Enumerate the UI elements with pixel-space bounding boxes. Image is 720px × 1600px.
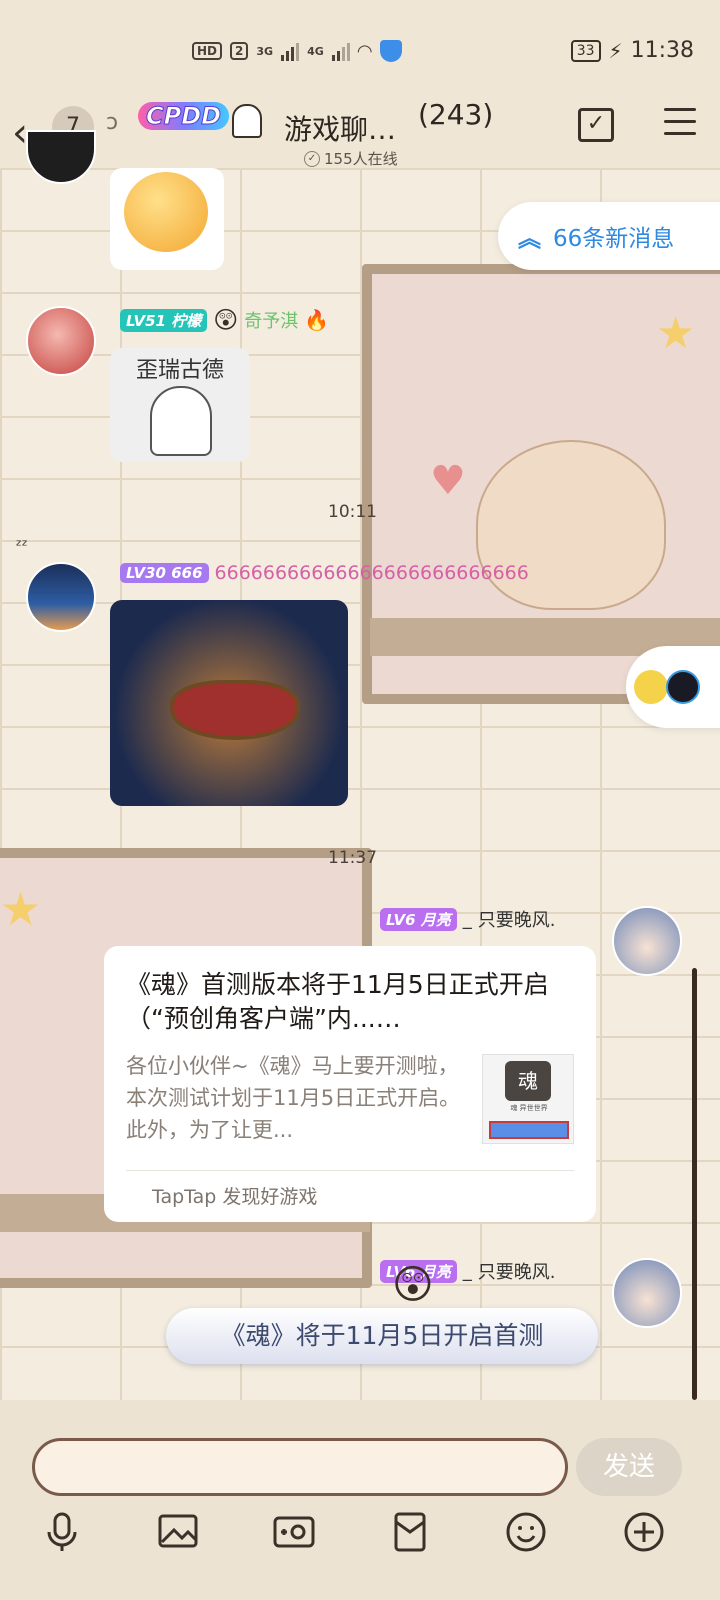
- network-indicators: HD 2 3G 4G ◠: [192, 40, 402, 62]
- sender-name: 柠檬: [171, 311, 202, 330]
- signal-icon: [281, 41, 300, 61]
- link-card[interactable]: 《魂》首测版本将于11月5日正式开启（“预创角客户端”内...… 各位小伙伴~《…: [104, 946, 596, 1222]
- image-message[interactable]: [110, 600, 348, 806]
- sender-name: 666: [171, 564, 203, 582]
- thumb-button: [489, 1121, 569, 1139]
- card-title: 《魂》首测版本将于11月5日正式开启（“预创角客户端”内...…: [126, 970, 549, 1033]
- message-bubble[interactable]: 《魂》将于11月5日开启首测: [166, 1308, 598, 1364]
- net-4g-label: 4G: [307, 44, 324, 58]
- chat-background: ♥ ★ ★: [0, 168, 720, 1430]
- star-decoration-2: ★: [0, 882, 42, 936]
- name-separator: _: [462, 908, 472, 930]
- heart-decoration: ♥: [430, 458, 466, 504]
- sleep-icon: ᶻᶻ: [16, 536, 28, 555]
- sender-tag: 奇予淇: [244, 311, 299, 332]
- level-text: LV51: [126, 311, 166, 330]
- meme-face-sticker: [150, 386, 212, 456]
- card-description: 各位小伙伴~《魂》马上要开测啦，本次测试计划于11月5日正式开启。此外，为了让更…: [126, 1054, 461, 1142]
- avatar: [634, 670, 668, 704]
- sender-nickname: 只要晚风.: [477, 910, 556, 931]
- image-icon[interactable]: [156, 1510, 200, 1554]
- camera-icon[interactable]: [272, 1510, 316, 1554]
- level-text: LV6: [386, 910, 416, 929]
- avatar[interactable]: [612, 906, 682, 976]
- level-badge: LV51 柠檬: [120, 308, 208, 332]
- sim-slot-badge: 2: [230, 42, 249, 60]
- sticker-message[interactable]: [110, 168, 224, 270]
- microphone-icon[interactable]: [40, 1510, 84, 1554]
- scrollbar[interactable]: [692, 968, 697, 1400]
- card-thumbnail: 魂 魂 异世世界: [482, 1054, 574, 1144]
- timestamp: 10:11: [328, 502, 377, 522]
- card-divider: [126, 1170, 574, 1171]
- thumb-caption: 魂 异世世界: [510, 1104, 548, 1112]
- send-button[interactable]: 发送: [576, 1438, 682, 1496]
- sender-name: 月亮: [420, 910, 451, 929]
- game-logo: 魂: [505, 1061, 551, 1101]
- fire-icon: 🔥: [304, 308, 330, 332]
- bear-mouth-image: [170, 680, 300, 740]
- sender-line: LV30 666 66666666666666666666666666: [120, 562, 529, 584]
- avatar: [666, 670, 700, 704]
- member-count[interactable]: (243): [418, 98, 493, 131]
- earpiece-icon: ↄ: [106, 110, 119, 135]
- ghost-icon: [232, 104, 262, 138]
- name-separator: _: [462, 1260, 472, 1282]
- star-decoration: ★: [656, 308, 696, 359]
- emoji-face-sticker: [124, 172, 208, 252]
- avatar[interactable]: [612, 1258, 682, 1328]
- new-messages-label: 66条新消息: [553, 226, 675, 252]
- surprised-emoji-icon: 😲: [392, 1262, 434, 1308]
- chat-header: ‹ 7 ↄ CPDD 游戏聊… (243) ✓ 155人在线 ✓: [0, 98, 720, 170]
- signal-icon-2: [331, 41, 350, 61]
- red-packet-icon[interactable]: [388, 1510, 432, 1554]
- input-toolbar: [0, 1510, 720, 1574]
- calendar-check-icon[interactable]: ✓: [578, 108, 614, 142]
- message-input[interactable]: [32, 1438, 568, 1496]
- emoji-icon[interactable]: [504, 1510, 548, 1554]
- bear-illustration: [476, 440, 666, 610]
- sender-title: 66666666666666666666666666: [214, 562, 529, 584]
- level-text: LV30: [126, 564, 166, 582]
- new-messages-button[interactable]: ︽ 66条新消息: [498, 202, 720, 270]
- chat-title[interactable]: 游戏聊…: [284, 108, 396, 148]
- group-logo: CPDD: [138, 102, 230, 131]
- input-bar: 发送: [0, 1400, 720, 1600]
- active-users-bubble[interactable]: [626, 646, 720, 728]
- double-chevron-up-icon: ︽: [518, 226, 541, 252]
- sender-line: LV6 月亮 _ 只要晚风.: [380, 906, 556, 932]
- timestamp: 11:37: [328, 848, 377, 868]
- online-check-icon: ✓: [304, 150, 320, 167]
- charging-icon: ⚡: [608, 38, 623, 63]
- battery-icon: 33: [570, 39, 601, 62]
- sender-line: LV51 柠檬 😲 奇予淇 🔥: [120, 306, 329, 334]
- hd-badge: HD: [192, 42, 223, 60]
- level-badge: LV30 666: [120, 563, 209, 583]
- shield-icon: [379, 40, 402, 62]
- net-3g-label: 3G: [256, 44, 274, 58]
- sender-nickname: 只要晚风.: [477, 1262, 556, 1283]
- sticker-message[interactable]: 歪瑞古德: [110, 348, 250, 462]
- online-count: ✓ 155人在线: [304, 148, 398, 169]
- plus-icon[interactable]: [622, 1510, 666, 1554]
- level-badge: LV6 月亮: [380, 907, 457, 931]
- status-bar: HD 2 3G 4G ◠ 33 ⚡ 11:38: [0, 0, 720, 100]
- avatar[interactable]: [26, 562, 96, 632]
- avatar[interactable]: [26, 306, 96, 376]
- menu-icon[interactable]: [664, 108, 696, 144]
- clock: 11:38: [630, 38, 694, 63]
- wifi-icon: ◠: [357, 40, 372, 62]
- online-label: 155人在线: [324, 150, 398, 168]
- card-source: TapTap 发现好游戏: [152, 1186, 318, 1208]
- surprised-emoji-icon: 😲: [213, 306, 239, 334]
- sticker-caption: 歪瑞古德: [135, 358, 224, 383]
- status-right: 33 ⚡ 11:38: [570, 38, 694, 63]
